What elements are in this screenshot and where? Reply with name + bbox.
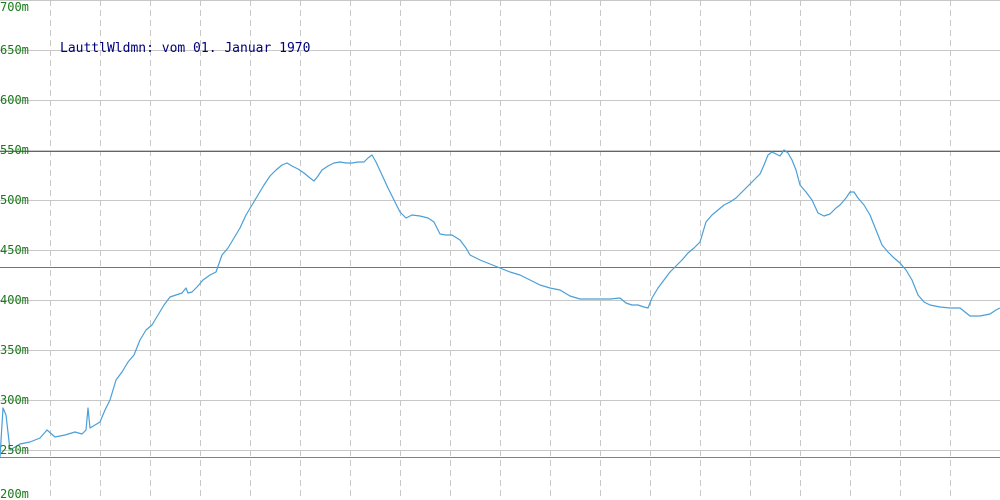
y-tick-label: 650m (0, 43, 29, 57)
y-tick-label: 300m (0, 393, 29, 407)
elevation-chart: 700m 650m 600m 550m 500m 450m 400m 350m 300m 250m… (0, 0, 1000, 500)
y-tick-labels: 700m 650m 600m 550m 500m 450m 400m 350m 300m 250m… (0, 0, 29, 500)
y-tick-label: 700m (0, 0, 29, 14)
y-tick-label: 450m (0, 243, 29, 257)
y-tick-label: 350m (0, 343, 29, 357)
chart-title: LauttlWldmn: vom 01. Januar 1970 (60, 41, 310, 56)
y-tick-label: 500m (0, 193, 29, 207)
y-tick-label: 200m (0, 487, 29, 500)
y-tick-label: 600m (0, 93, 29, 107)
y-tick-label: 250m (0, 443, 29, 457)
y-tick-label: 400m (0, 293, 29, 307)
y-tick-label: 550m (0, 143, 29, 157)
